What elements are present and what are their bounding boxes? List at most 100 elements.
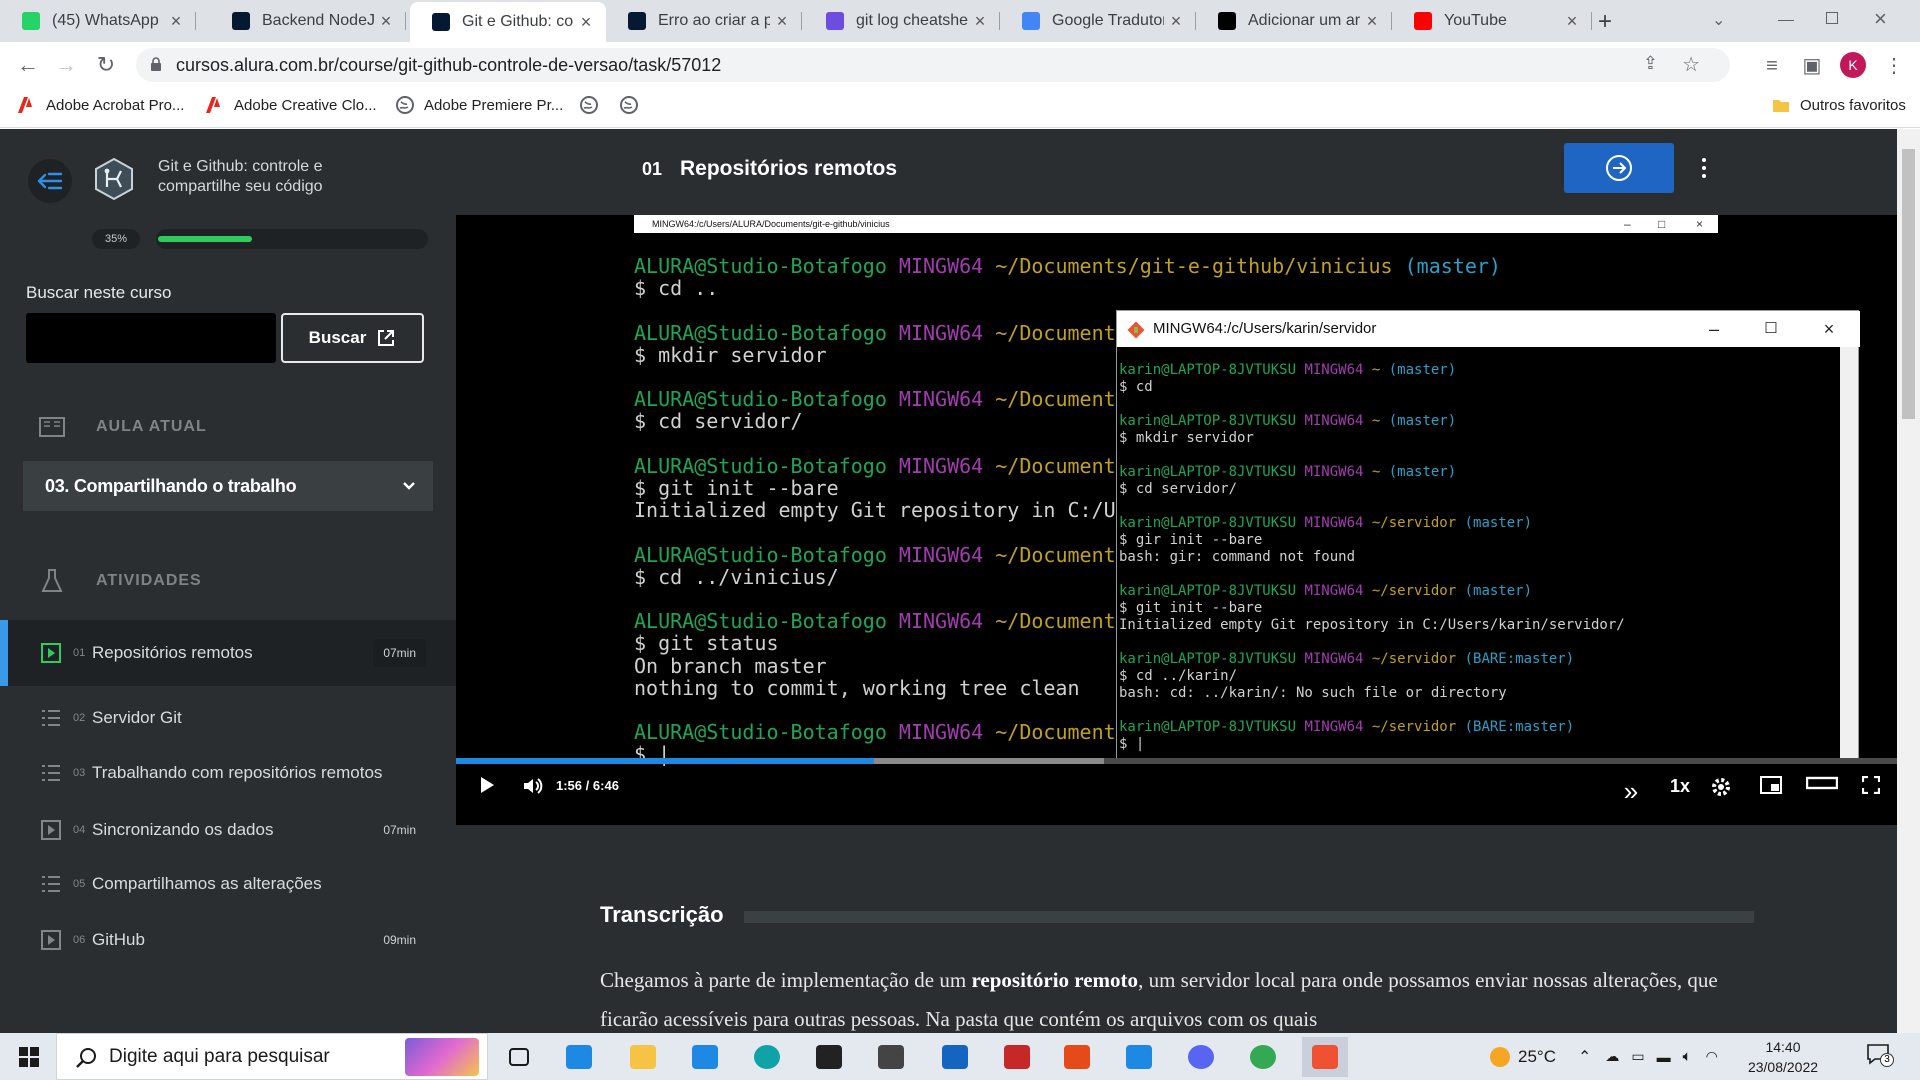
volume-button[interactable] <box>518 776 548 796</box>
taskbar-app-file-explorer[interactable] <box>620 1037 666 1077</box>
show-hidden-icons-chevron-icon[interactable]: ⌃ <box>1578 1047 1591 1067</box>
taskbar-app-mcafee[interactable] <box>994 1037 1040 1077</box>
profile-avatar[interactable]: K <box>1840 52 1866 78</box>
search-icon <box>76 1048 96 1068</box>
taskbar-app-office[interactable] <box>1054 1037 1100 1077</box>
taskbar-app-task-view[interactable] <box>496 1037 542 1077</box>
video-seek-bar[interactable] <box>456 758 1897 764</box>
tab-3[interactable]: Git e Github: cont× <box>410 2 606 42</box>
terminal-line: Initialized empty Git repository in C:/U… <box>1119 617 1625 634</box>
terminal-text-segment: (master) <box>1464 515 1533 531</box>
minimize-window-button[interactable] <box>1778 20 1794 21</box>
video-settings-button[interactable] <box>1706 776 1736 798</box>
tab-title: Adicionar um arq <box>1248 12 1360 29</box>
device-tray-icon[interactable]: ▭ <box>1631 1048 1644 1065</box>
tab-5[interactable]: git log cheatshee × <box>804 0 1000 42</box>
taskbar-app-mail[interactable] <box>556 1037 602 1077</box>
theater-mode-button[interactable] <box>1804 776 1840 790</box>
weather-temperature[interactable]: 25°C <box>1518 1047 1556 1067</box>
browser-menu-icon[interactable]: ⋮ <box>1882 54 1906 78</box>
address-bar[interactable]: cursos.alura.com.br/course/git-github-co… <box>136 48 1730 82</box>
battery-icon[interactable]: ▬ <box>1657 1049 1671 1065</box>
lesson-select-dropdown[interactable]: 03. Compartilhando o trabalho <box>23 461 433 511</box>
bookmark-1[interactable]: Adobe Acrobat Pro... <box>18 96 184 114</box>
page-scrollbar[interactable] <box>1897 129 1920 1033</box>
bookmark-2[interactable]: Adobe Creative Clo... <box>206 96 377 114</box>
taskbar-app-store[interactable] <box>682 1037 728 1077</box>
search-course-button[interactable]: Buscar <box>281 313 424 363</box>
terminal-scrollbar <box>1840 347 1858 759</box>
taskbar-app-edge[interactable] <box>744 1037 790 1077</box>
tab-title: (45) WhatsApp <box>52 12 159 29</box>
tab-close-icon[interactable]: × <box>1164 11 1188 32</box>
activity-number: 05 <box>73 878 86 890</box>
close-window-button[interactable]: × <box>1874 6 1887 32</box>
tab-close-icon[interactable]: × <box>770 11 794 32</box>
tab-close-icon[interactable]: × <box>374 11 398 32</box>
tab-close-icon[interactable]: × <box>574 12 598 33</box>
taskbar-app-terminal[interactable] <box>806 1037 852 1077</box>
taskbar-app-app[interactable] <box>932 1037 978 1077</box>
notifications-button[interactable]: 3 <box>1866 1043 1894 1067</box>
other-bookmarks-folder[interactable]: Outros favoritos <box>1772 96 1906 114</box>
volume-tray-icon[interactable]: 🔈︎ <box>1683 1048 1692 1065</box>
transcript-text-start: Chegamos à parte de implementação de um <box>600 968 972 992</box>
video-player[interactable]: MINGW64:/c/Users/ALURA/Documents/git-e-g… <box>456 215 1897 825</box>
forward-button[interactable]: → <box>52 52 80 80</box>
translate-icon <box>1022 12 1040 30</box>
collapse-sidebar-button[interactable] <box>28 159 72 203</box>
tab-search-icon[interactable]: ⌄ <box>1712 10 1725 30</box>
transcript-section: Transcrição Chegamos à parte de implemen… <box>456 825 1897 1033</box>
tab-4[interactable]: Erro ao criar a pa × <box>606 0 802 42</box>
bookmark-5[interactable] <box>620 96 648 114</box>
bookmark-3[interactable]: Adobe Premiere Pr... <box>396 96 563 114</box>
side-panel-icon[interactable]: ▣ <box>1800 54 1824 78</box>
back-button[interactable]: ← <box>14 52 42 80</box>
search-course-input[interactable] <box>26 313 276 363</box>
antivirus-tray-icon[interactable]: ☁ <box>1605 1048 1619 1065</box>
taskbar-app-chrome[interactable] <box>1240 1037 1286 1077</box>
terminal-line: $ git status <box>634 632 779 654</box>
taskbar-search-box[interactable]: Digite aqui para pesquisar <box>56 1033 488 1080</box>
skip-forward-button[interactable]: » <box>1616 776 1646 807</box>
system-tray: 25°C ⌃ ☁ ▭ ▬ 🔈︎ ◠ <box>1490 1033 1718 1080</box>
tab-close-icon[interactable]: × <box>1360 11 1384 32</box>
taskbar-app-vscode[interactable] <box>1116 1037 1162 1077</box>
picture-in-picture-button[interactable] <box>1756 776 1786 794</box>
tab-8[interactable]: YouTube × <box>1392 0 1592 42</box>
activity-item[interactable]: 06 GitHub 09min <box>0 907 456 973</box>
more-options-button[interactable] <box>1684 143 1724 193</box>
list-lesson-icon <box>40 762 62 784</box>
tab-close-icon[interactable]: × <box>1560 11 1584 32</box>
page-scrollbar-thumb[interactable] <box>1902 149 1915 419</box>
terminal-text-segment: MINGW64 <box>1304 719 1372 735</box>
fullscreen-button[interactable] <box>1856 776 1886 794</box>
media-control-icon[interactable]: ≡ <box>1760 54 1784 78</box>
windows-start-button[interactable] <box>6 1037 52 1077</box>
next-activity-button[interactable] <box>1564 143 1674 193</box>
tab-2[interactable]: Backend NodeJs | × <box>210 0 406 42</box>
tab-7[interactable]: Adicionar um arq × <box>1196 0 1392 42</box>
terminal-line: ALURA@Studio-Botafogo MINGW64 ~/Document… <box>634 721 1128 743</box>
activity-item[interactable]: 01 Repositórios remotos 07min <box>0 620 456 686</box>
share-icon[interactable]: ⇪ <box>1643 53 1658 74</box>
taskbar-app-settings[interactable] <box>868 1037 914 1077</box>
play-button[interactable] <box>472 776 502 794</box>
tab-close-icon[interactable]: × <box>164 11 188 32</box>
restore-window-button[interactable] <box>1826 12 1838 24</box>
bookmark-star-icon[interactable]: ☆ <box>1682 52 1700 77</box>
taskbar-app-git[interactable] <box>1302 1037 1348 1077</box>
video-lesson-icon <box>40 819 62 841</box>
taskbar-clock[interactable]: 14:40 23/08/2022 <box>1728 1037 1838 1077</box>
tab-1[interactable]: (45) WhatsApp × <box>0 0 196 42</box>
tab-close-icon[interactable]: × <box>968 11 992 32</box>
reload-button[interactable]: ↻ <box>92 52 120 80</box>
terminal-line: On branch master <box>634 655 827 677</box>
wifi-icon[interactable]: ◠ <box>1706 1048 1718 1065</box>
playback-speed-button[interactable]: 1x <box>1660 776 1700 797</box>
tab-6[interactable]: Google Tradutor × <box>1000 0 1196 42</box>
new-tab-button[interactable]: + <box>1598 8 1612 36</box>
chevron-down-icon <box>403 482 415 490</box>
taskbar-app-discord[interactable] <box>1178 1037 1224 1077</box>
bookmark-4[interactable] <box>580 96 608 114</box>
